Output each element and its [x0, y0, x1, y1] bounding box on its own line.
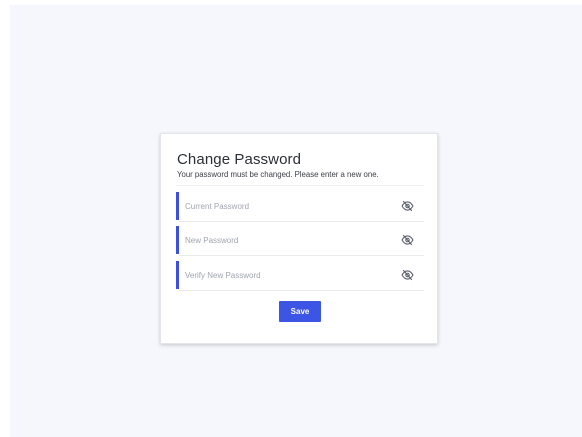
new-password-field [176, 226, 424, 256]
field-divider [179, 290, 424, 291]
page-subtitle: Your password must be changed. Please en… [177, 170, 379, 179]
change-password-card: Change Password Your password must be ch… [160, 133, 438, 344]
current-password-field [176, 192, 424, 222]
eye-slash-icon[interactable] [401, 200, 414, 212]
eye-slash-icon[interactable] [401, 234, 414, 246]
page-title: Change Password [177, 151, 302, 168]
verify-password-input[interactable] [185, 266, 385, 284]
verify-password-field [176, 261, 424, 291]
field-divider [179, 221, 424, 222]
save-button[interactable]: Save [279, 301, 321, 322]
new-password-input[interactable] [185, 231, 385, 249]
current-password-input[interactable] [185, 197, 385, 215]
field-divider [179, 255, 424, 256]
divider [176, 185, 424, 186]
eye-slash-icon[interactable] [401, 269, 414, 281]
